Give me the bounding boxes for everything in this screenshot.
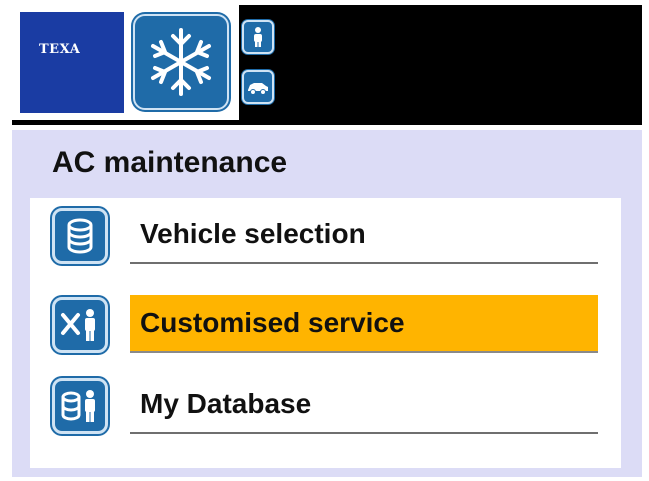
logo-area: TEXA [12,5,239,120]
database-person-icon [52,378,108,434]
menu-item-vehicle-selection[interactable]: Vehicle selection [30,198,621,274]
menu-item-label: My Database [130,376,598,434]
car-icon[interactable] [242,70,274,104]
texa-logo: TEXA [20,12,124,113]
database-icon [52,208,108,264]
menu-list: Vehicle selection Customised service My … [30,198,621,468]
logo-text: TEXA [39,42,81,57]
menu-item-label: Vehicle selection [130,206,598,264]
person-icon[interactable] [242,20,274,54]
snowflake-icon[interactable] [133,14,229,110]
main-panel: AC maintenance Vehicle selection Customi… [12,130,642,477]
menu-item-my-database[interactable]: My Database [30,368,621,444]
menu-item-customised-service[interactable]: Customised service [30,287,621,363]
page-title: AC maintenance [52,146,288,179]
menu-item-label: Customised service [130,295,598,353]
header-bar: TEXA [12,5,642,125]
tools-person-icon [52,297,108,353]
